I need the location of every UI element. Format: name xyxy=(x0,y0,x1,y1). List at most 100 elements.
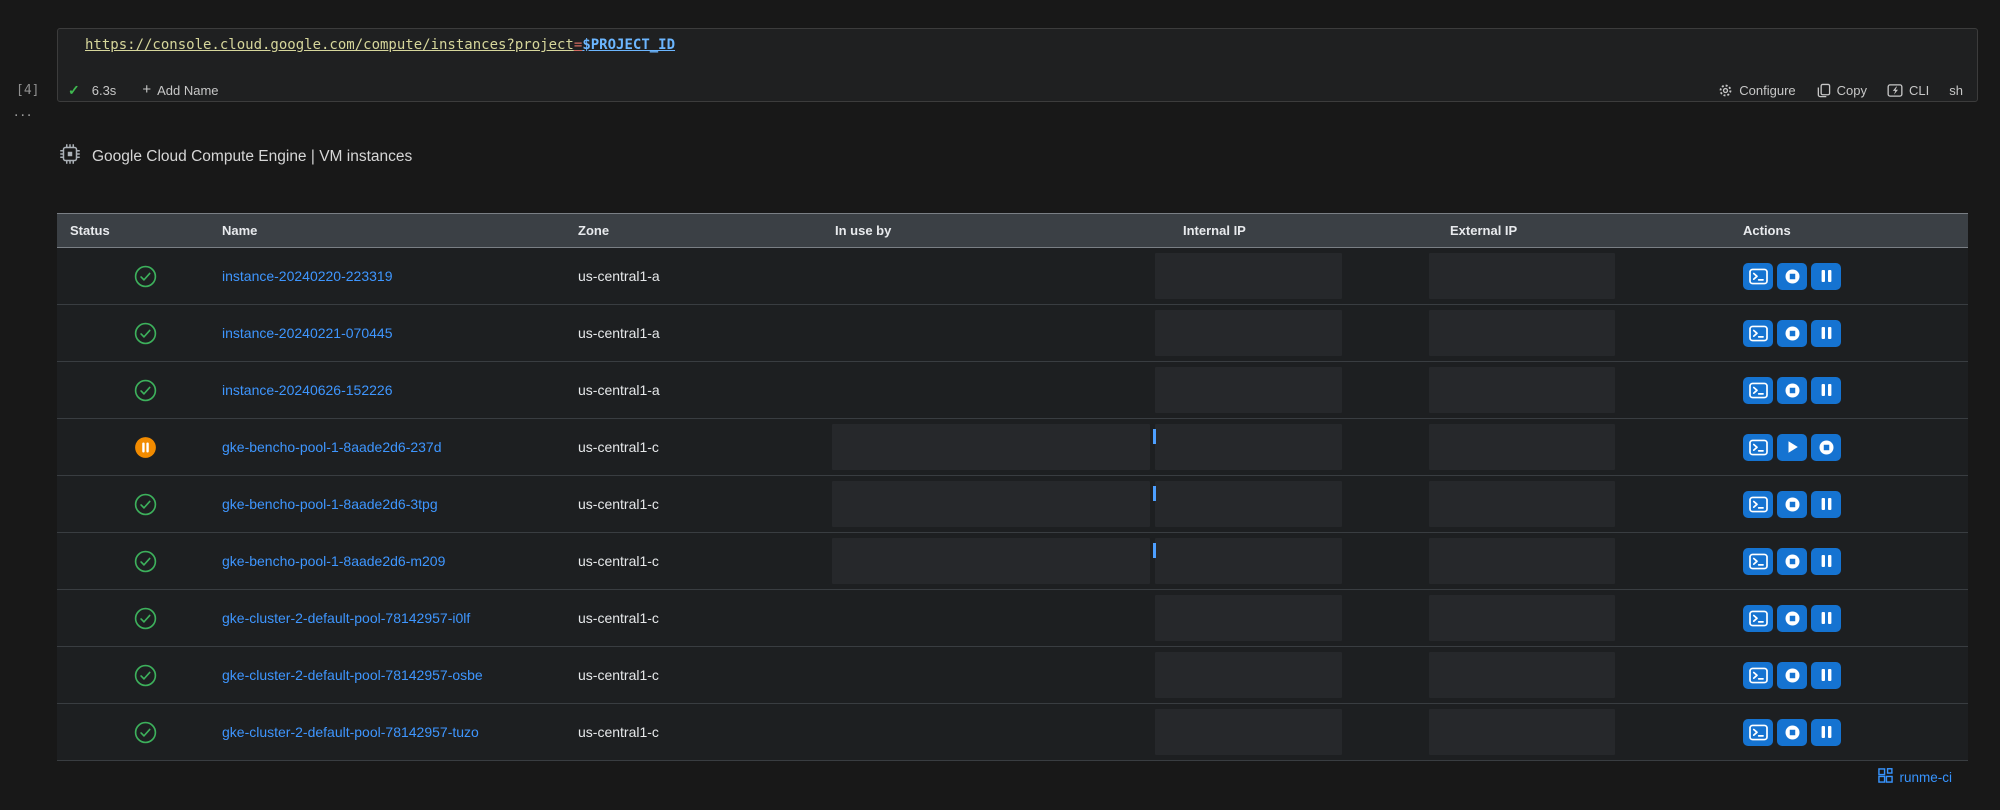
instance-link[interactable]: gke-cluster-2-default-pool-78142957-osbe xyxy=(222,667,483,684)
status-running-icon xyxy=(133,549,158,574)
stop-button[interactable] xyxy=(1777,661,1807,689)
stop-button[interactable] xyxy=(1777,604,1807,632)
stop-button[interactable] xyxy=(1777,547,1807,575)
extensions-icon xyxy=(1878,768,1894,786)
runme-ci-link[interactable]: runme-ci xyxy=(1899,770,1952,785)
redacted-internal-ip xyxy=(1155,310,1342,356)
ssh-button[interactable] xyxy=(1743,490,1773,518)
instance-link[interactable]: instance-20240626-152226 xyxy=(222,382,392,399)
suspend-button[interactable] xyxy=(1811,262,1841,290)
terminal-icon xyxy=(1748,724,1768,741)
table-row: instance-20240221-070445 us-central1-a xyxy=(57,305,1968,362)
plus-icon: + xyxy=(142,81,152,98)
zone-cell: us-central1-c xyxy=(578,610,659,626)
status-cell xyxy=(57,606,222,631)
text-cursor-artifact xyxy=(1153,486,1156,501)
instance-link[interactable]: gke-bencho-pool-1-8aade2d6-3tpg xyxy=(222,496,438,513)
ssh-button[interactable] xyxy=(1743,262,1773,290)
suspend-button[interactable] xyxy=(1811,661,1841,689)
chip-icon xyxy=(57,141,83,172)
play-icon xyxy=(1786,440,1799,454)
status-cell xyxy=(57,549,222,574)
suspend-button[interactable] xyxy=(1811,547,1841,575)
actions-cell xyxy=(1743,718,1968,746)
url-project-id-variable[interactable]: $PROJECT_ID xyxy=(582,37,675,53)
ssh-button[interactable] xyxy=(1743,604,1773,632)
pause-icon xyxy=(1820,668,1833,682)
suspend-button[interactable] xyxy=(1811,376,1841,404)
zone-cell: us-central1-a xyxy=(578,268,660,284)
redacted-internal-ip xyxy=(1155,652,1342,698)
configure-button[interactable]: Configure xyxy=(1718,83,1796,98)
stop-button[interactable] xyxy=(1777,319,1807,347)
table-row: gke-cluster-2-default-pool-78142957-tuzo… xyxy=(57,704,1968,761)
collapsed-indicator[interactable]: ... xyxy=(14,103,33,121)
stop-button[interactable] xyxy=(1777,490,1807,518)
ssh-button[interactable] xyxy=(1743,319,1773,347)
suspend-button[interactable] xyxy=(1811,319,1841,347)
instance-link[interactable]: instance-20240221-070445 xyxy=(222,325,392,342)
table-row: instance-20240220-223319 us-central1-a xyxy=(57,248,1968,305)
zone-cell: us-central1-c xyxy=(578,553,659,569)
cli-button[interactable]: CLI xyxy=(1887,83,1929,98)
zone-cell: us-central1-c xyxy=(578,724,659,740)
suspend-button[interactable] xyxy=(1811,718,1841,746)
instance-link[interactable]: gke-bencho-pool-1-8aade2d6-237d xyxy=(222,439,442,456)
actions-cell xyxy=(1743,433,1968,461)
terminal-icon xyxy=(1748,325,1768,342)
redacted-internal-ip xyxy=(1155,709,1342,755)
redacted-internal-ip xyxy=(1155,481,1342,527)
suspend-button[interactable] xyxy=(1811,604,1841,632)
name-cell: gke-bencho-pool-1-8aade2d6-237d xyxy=(222,439,578,456)
terminal-icon xyxy=(1748,667,1768,684)
ssh-button[interactable] xyxy=(1743,433,1773,461)
instance-link[interactable]: instance-20240220-223319 xyxy=(222,268,392,285)
success-check-icon: ✓ xyxy=(68,81,80,98)
status-cell xyxy=(57,492,222,517)
column-header-status: Status xyxy=(70,223,110,238)
cell-status-left: ✓ 6.3s + Add Name xyxy=(68,82,219,99)
stop-button[interactable] xyxy=(1811,433,1841,461)
add-name-label: Add Name xyxy=(157,82,219,98)
column-header-zone: Zone xyxy=(578,223,610,238)
stop-button[interactable] xyxy=(1777,718,1807,746)
stop-circle-icon xyxy=(1784,496,1801,513)
actions-cell xyxy=(1743,490,1968,518)
ssh-button[interactable] xyxy=(1743,718,1773,746)
cell-execution-count: [4] xyxy=(16,83,40,98)
code-url-link[interactable]: https://console.cloud.google.com/compute… xyxy=(85,37,675,53)
stop-button[interactable] xyxy=(1777,262,1807,290)
stop-button[interactable] xyxy=(1777,376,1807,404)
column-header-internal-ip: Internal IP xyxy=(1183,223,1246,238)
zone-cell: us-central1-c xyxy=(578,496,659,512)
output-title-row: Google Cloud Compute Engine | VM instanc… xyxy=(57,141,412,172)
actions-cell xyxy=(1743,547,1968,575)
stop-circle-icon xyxy=(1784,667,1801,684)
instance-link[interactable]: gke-bencho-pool-1-8aade2d6-m209 xyxy=(222,553,445,570)
column-header-name: Name xyxy=(222,223,258,238)
ssh-button[interactable] xyxy=(1743,547,1773,575)
name-cell: gke-bencho-pool-1-8aade2d6-3tpg xyxy=(222,496,578,513)
status-cell xyxy=(57,720,222,745)
zone-cell: us-central1-c xyxy=(578,439,659,455)
suspend-button[interactable] xyxy=(1811,490,1841,518)
instance-link[interactable]: gke-cluster-2-default-pool-78142957-i0lf xyxy=(222,610,470,627)
copy-icon xyxy=(1816,83,1831,98)
pause-icon xyxy=(1820,326,1833,340)
ssh-button[interactable] xyxy=(1743,661,1773,689)
add-name-button[interactable]: + Add Name xyxy=(142,81,219,98)
redacted-in-use-by xyxy=(832,424,1150,470)
table-row: instance-20240626-152226 us-central1-a xyxy=(57,362,1968,419)
start-button[interactable] xyxy=(1777,433,1807,461)
column-header-actions: Actions xyxy=(1743,223,1791,238)
url-text[interactable]: https://console.cloud.google.com/compute… xyxy=(85,37,574,53)
pause-icon xyxy=(1820,269,1833,283)
ssh-button[interactable] xyxy=(1743,376,1773,404)
name-cell: gke-cluster-2-default-pool-78142957-osbe xyxy=(222,667,578,684)
copy-button[interactable]: Copy xyxy=(1816,83,1867,98)
terminal-icon xyxy=(1748,553,1768,570)
instance-link[interactable]: gke-cluster-2-default-pool-78142957-tuzo xyxy=(222,724,479,741)
redacted-internal-ip xyxy=(1155,595,1342,641)
status-cell xyxy=(57,264,222,289)
name-cell: gke-cluster-2-default-pool-78142957-i0lf xyxy=(222,610,578,627)
